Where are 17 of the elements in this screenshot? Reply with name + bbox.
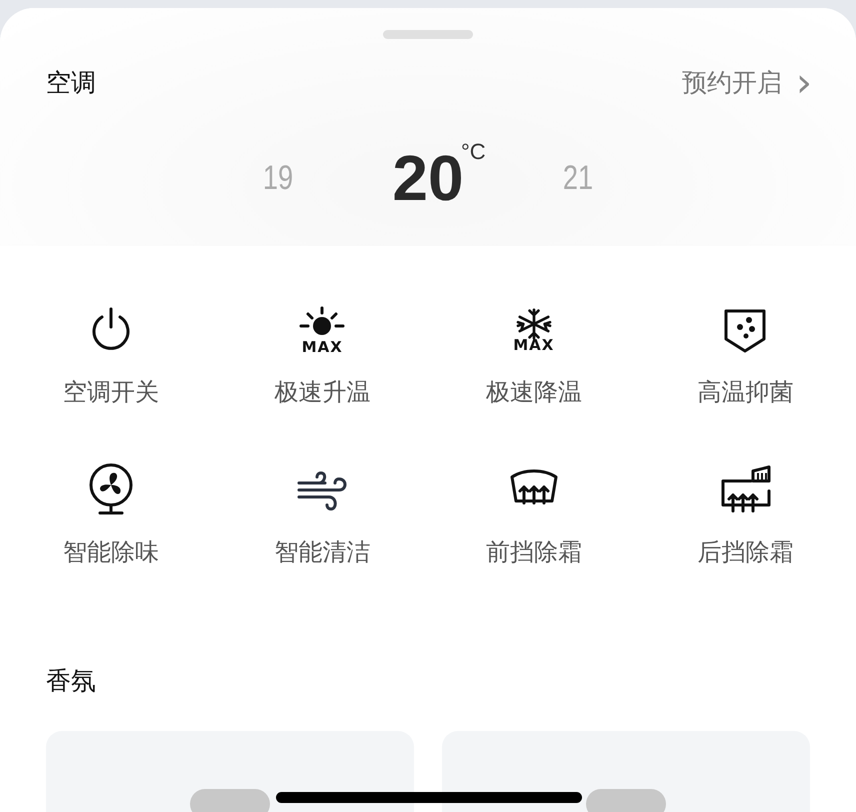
control-button[interactable]: 智能清洁 <box>266 454 378 572</box>
control-button[interactable]: 智能除味 <box>54 454 167 572</box>
control-button[interactable]: 后挡除霜 <box>689 454 802 572</box>
max-label: MAX <box>513 338 554 352</box>
control-button[interactable]: MAX 极速降温 <box>478 294 590 412</box>
card-handle[interactable] <box>190 789 270 812</box>
card-handle[interactable] <box>586 789 666 812</box>
drag-handle[interactable] <box>383 30 473 39</box>
control-button[interactable]: MAX 极速升温 <box>266 294 378 412</box>
control-button[interactable]: 高温抑菌 <box>689 294 802 412</box>
control-button[interactable]: 前挡除霜 <box>478 454 590 572</box>
control-button[interactable]: 空调开关 <box>54 294 167 412</box>
section-title: 香氛 <box>45 665 97 697</box>
section-title: 空调 <box>46 67 96 99</box>
max-label: MAX <box>302 340 343 354</box>
unit-label: °C <box>461 139 486 165</box>
schedule-link[interactable]: 预约开启 › <box>682 66 812 99</box>
